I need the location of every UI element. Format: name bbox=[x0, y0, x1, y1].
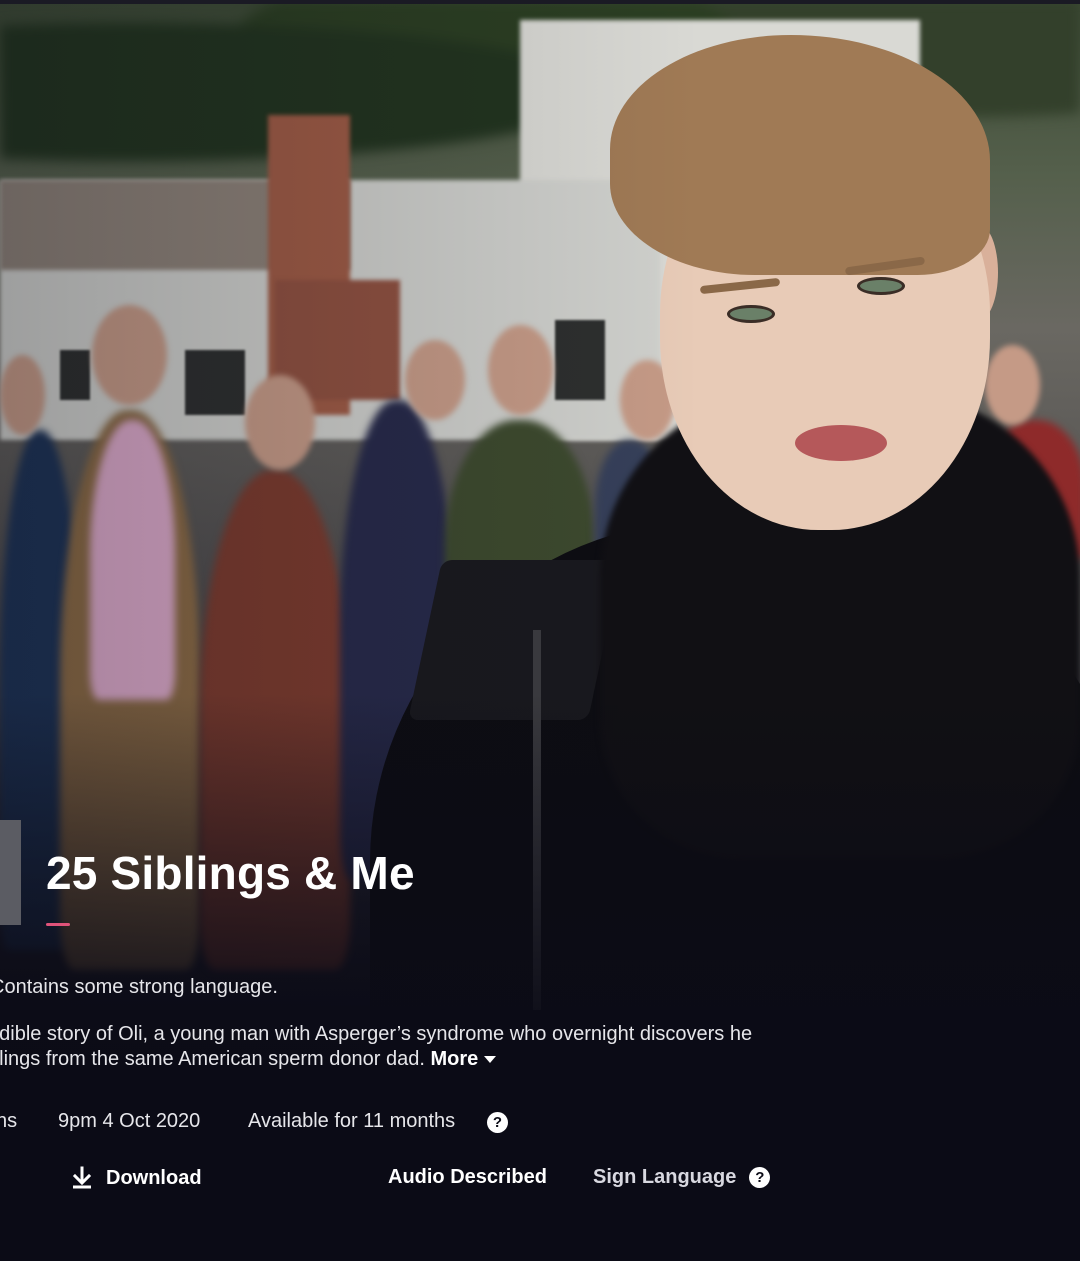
synopsis-line-text: blings from the same American sperm dono… bbox=[0, 1048, 425, 1070]
programme-title: 25 Siblings & Me bbox=[46, 847, 415, 899]
title-accent-line bbox=[46, 923, 70, 926]
chevron-down-icon bbox=[484, 1056, 497, 1064]
guidance-text: Contains some strong language. bbox=[0, 976, 278, 998]
sign-language-help-icon[interactable]: ? bbox=[749, 1167, 771, 1188]
action-bar: Download Audio Described Sign Language ? bbox=[0, 1166, 1080, 1198]
audio-described-button[interactable]: Audio Described bbox=[388, 1166, 547, 1189]
sign-language-button[interactable]: Sign Language ? bbox=[593, 1166, 771, 1189]
synopsis: edible story of Oli, a young man with As… bbox=[0, 1022, 858, 1072]
previous-item-tab[interactable] bbox=[0, 820, 21, 925]
sign-language-label: Sign Language bbox=[593, 1166, 737, 1188]
audio-described-label: Audio Described bbox=[388, 1166, 547, 1188]
synopsis-line: edible story of Oli, a young man with As… bbox=[0, 1023, 753, 1045]
broadcast-date: 9pm 4 Oct 2020 bbox=[58, 1110, 201, 1132]
synopsis-line: blings from the same American sperm dono… bbox=[0, 1047, 858, 1072]
duration-text: ns bbox=[0, 1110, 18, 1132]
availability-text: Available for 11 months bbox=[248, 1110, 456, 1132]
more-label: More bbox=[430, 1048, 479, 1070]
download-button[interactable]: Download bbox=[71, 1166, 202, 1190]
availability-help-icon[interactable]: ? bbox=[487, 1112, 508, 1133]
download-icon bbox=[72, 1166, 92, 1189]
top-edge bbox=[0, 0, 1080, 4]
more-button[interactable]: More bbox=[430, 1048, 497, 1070]
download-label: Download bbox=[106, 1166, 202, 1189]
